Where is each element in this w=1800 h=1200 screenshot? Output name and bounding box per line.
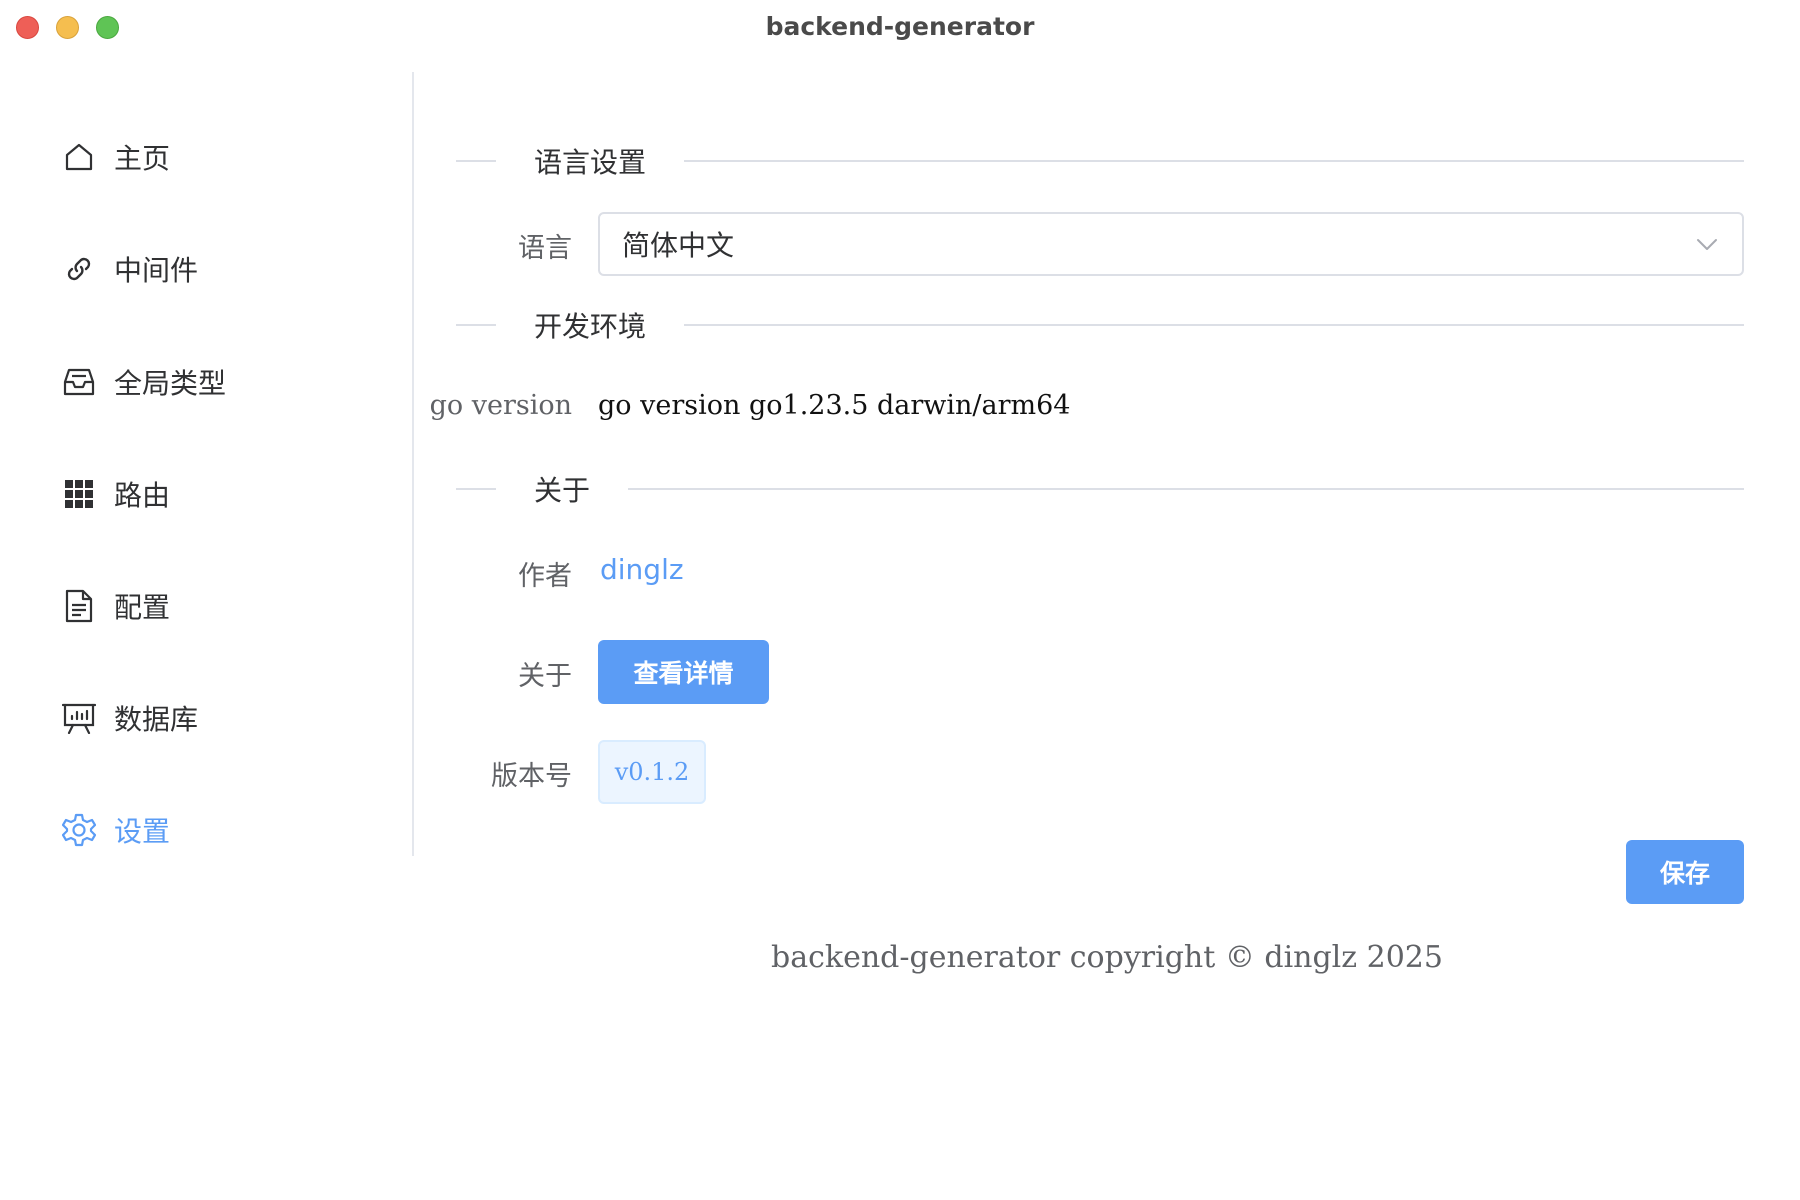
section-title: 关于 <box>534 474 591 507</box>
sidebar-item-config[interactable]: 配置 <box>62 576 170 636</box>
sidebar-item-label: 路由 <box>114 479 171 512</box>
title-bar: backend-generator <box>0 0 1800 56</box>
view-details-button[interactable]: 查看详情 <box>598 640 769 704</box>
sidebar-item-database[interactable]: 数据库 <box>62 688 198 748</box>
inbox-icon <box>62 365 96 399</box>
language-select[interactable]: 简体中文 <box>598 212 1744 276</box>
author-label: 作者 <box>518 561 572 592</box>
link-icon <box>62 252 96 286</box>
window-title: backend-generator <box>765 12 1035 41</box>
home-icon <box>62 140 96 174</box>
sidebar-item-home[interactable]: 主页 <box>62 127 170 187</box>
about-section-divider: 关于 <box>456 474 1744 507</box>
sidebar-item-label: 全局类型 <box>114 367 227 400</box>
sidebar-item-settings[interactable]: 设置 <box>62 800 170 860</box>
document-icon <box>62 589 96 623</box>
presentation-icon <box>62 701 96 735</box>
sidebar-item-label: 数据库 <box>114 703 199 736</box>
sidebar-item-label: 中间件 <box>114 254 199 287</box>
go-version-value: go version go1.23.5 darwin/arm64 <box>598 390 1071 421</box>
sidebar: 主页 中间件 全局类型 路由 配置 数据库 设置 <box>0 72 414 856</box>
language-label: 语言 <box>518 233 572 264</box>
sidebar-item-label: 设置 <box>114 815 171 848</box>
language-section-divider: 语言设置 <box>456 146 1744 179</box>
sidebar-item-global-types[interactable]: 全局类型 <box>62 352 226 412</box>
section-title: 语言设置 <box>534 146 647 179</box>
sidebar-item-routes[interactable]: 路由 <box>62 464 170 524</box>
gear-icon <box>62 813 96 847</box>
sidebar-item-middleware[interactable]: 中间件 <box>62 239 198 299</box>
version-label: 版本号 <box>491 761 572 792</box>
dev-env-section-divider: 开发环境 <box>456 310 1744 343</box>
save-button[interactable]: 保存 <box>1626 840 1744 904</box>
language-select-value: 简体中文 <box>622 229 735 262</box>
sidebar-item-label: 主页 <box>114 142 171 175</box>
go-version-label: go version <box>429 390 572 421</box>
sidebar-item-label: 配置 <box>114 591 171 624</box>
author-link[interactable]: dinglz <box>600 553 684 586</box>
chevron-down-icon <box>1694 231 1720 257</box>
footer-copyright: backend-generator copyright © dinglz 202… <box>771 940 1443 975</box>
version-tag: v0.1.2 <box>598 740 706 804</box>
about-label: 关于 <box>518 661 572 692</box>
grid-icon <box>62 477 96 511</box>
section-title: 开发环境 <box>534 310 647 343</box>
